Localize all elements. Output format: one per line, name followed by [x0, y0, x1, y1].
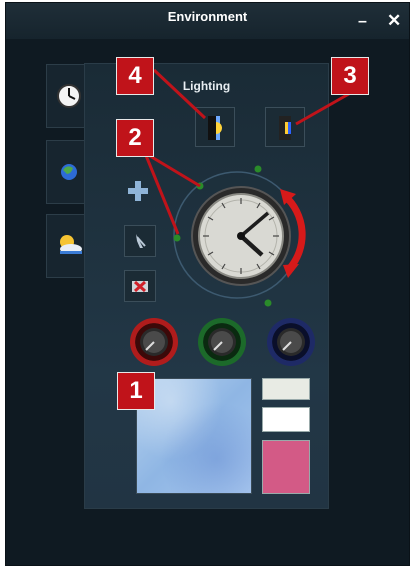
- callout-3: 3: [332, 58, 368, 94]
- callout-2: 2: [117, 120, 153, 156]
- callout-1: 1: [118, 373, 154, 409]
- callout-4: 4: [117, 58, 153, 94]
